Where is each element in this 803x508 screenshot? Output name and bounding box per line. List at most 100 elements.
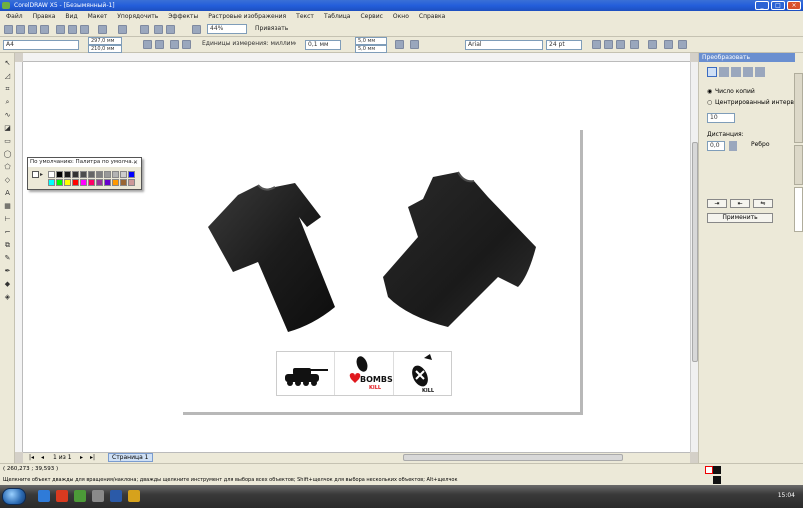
- font-size-select[interactable]: 24 pt: [546, 40, 582, 50]
- duplicate-y-field[interactable]: 5,0 мм: [355, 45, 387, 53]
- word-icon[interactable]: [110, 490, 122, 502]
- count-field[interactable]: 10: [707, 113, 735, 123]
- dimension-tool-icon[interactable]: ⊢: [3, 215, 12, 224]
- snap-dropdown[interactable]: Привязать: [255, 24, 288, 34]
- horizontal-ruler[interactable]: [23, 53, 690, 62]
- font-select[interactable]: Arial: [465, 40, 543, 50]
- color-palette-popup[interactable]: По умолчанию: Палитра по умолча... × ▸: [27, 157, 142, 190]
- print-icon[interactable]: [40, 25, 49, 34]
- color-swatch[interactable]: [128, 179, 135, 186]
- shape-tool-icon[interactable]: ◿: [3, 72, 12, 81]
- color-swatch[interactable]: [80, 179, 87, 186]
- menu-layout[interactable]: Макет: [88, 13, 108, 20]
- distance-field[interactable]: 0,0: [707, 141, 725, 151]
- align-left-button[interactable]: ⇥: [707, 199, 727, 208]
- no-color-swatch[interactable]: [32, 171, 39, 178]
- fill-color-swatch[interactable]: [713, 466, 721, 474]
- color-swatch[interactable]: [72, 171, 79, 178]
- menu-window[interactable]: Окно: [393, 13, 409, 20]
- color-swatch[interactable]: [80, 171, 87, 178]
- color-swatch[interactable]: [48, 171, 55, 178]
- color-swatch[interactable]: [104, 171, 111, 178]
- portrait-icon[interactable]: [143, 40, 152, 49]
- drawing-canvas[interactable]: BOMBS KILL KILL: [23, 62, 690, 452]
- zoom-select[interactable]: 44%: [207, 24, 247, 34]
- tab-page-1[interactable]: Страница 1: [108, 453, 153, 462]
- eyedropper-icon[interactable]: ✎: [3, 254, 12, 263]
- align-icon[interactable]: [648, 40, 657, 49]
- apply-button[interactable]: Применить: [707, 213, 773, 223]
- text-tool-icon[interactable]: [395, 40, 404, 49]
- tshirt-image-front[interactable]: [203, 177, 343, 337]
- text-tool-icon[interactable]: A: [3, 189, 12, 198]
- color-swatch[interactable]: [88, 179, 95, 186]
- paste-icon[interactable]: [80, 25, 89, 34]
- text-format-icon[interactable]: [664, 40, 673, 49]
- outline-tool-icon[interactable]: ✒: [3, 267, 12, 276]
- corel-icon[interactable]: [74, 490, 86, 502]
- zoom-tool-icon[interactable]: ⌕: [3, 98, 12, 107]
- maximize-button[interactable]: □: [771, 1, 785, 10]
- search-icon[interactable]: [140, 25, 149, 34]
- nudge-field[interactable]: 0,1 мм: [305, 40, 341, 50]
- color-swatch[interactable]: [56, 179, 63, 186]
- units-select[interactable]: Единицы измерения: миллиметры: [200, 40, 296, 50]
- color-swatch[interactable]: [112, 171, 119, 178]
- bombs-kill-logo[interactable]: BOMBS KILL: [335, 352, 394, 395]
- bold-icon[interactable]: [592, 40, 601, 49]
- folder-icon[interactable]: [92, 490, 104, 502]
- vertical-ruler[interactable]: [15, 62, 23, 452]
- menu-bitmaps[interactable]: Растровые изображения: [208, 13, 286, 20]
- color-swatch[interactable]: [64, 171, 71, 178]
- radio-copies[interactable]: ◉: [707, 88, 712, 95]
- text-close-icon[interactable]: [630, 40, 639, 49]
- palette-arrow-icon[interactable]: ▸: [40, 171, 46, 178]
- position-tab-icon[interactable]: [707, 67, 717, 77]
- menu-view[interactable]: Вид: [65, 13, 77, 20]
- color-swatch[interactable]: [88, 171, 95, 178]
- tab-transform[interactable]: [794, 187, 803, 232]
- last-page-icon[interactable]: ▸|: [90, 454, 95, 461]
- tshirt-image-rotated[interactable]: [378, 167, 543, 332]
- minimize-button[interactable]: _: [755, 1, 769, 10]
- rotate-tab-icon[interactable]: [719, 67, 729, 77]
- redo-icon[interactable]: [118, 25, 127, 34]
- close-icon[interactable]: ×: [132, 159, 139, 166]
- freehand-tool-icon[interactable]: ∿: [3, 111, 12, 120]
- crop-tool-icon[interactable]: ⌗: [3, 85, 12, 94]
- radio-spacing[interactable]: ○: [707, 99, 712, 106]
- distance-spinner[interactable]: [729, 141, 737, 151]
- menu-arrange[interactable]: Упорядочить: [117, 13, 158, 20]
- color-swatch[interactable]: [104, 179, 111, 186]
- vertical-scrollbar[interactable]: [690, 62, 698, 452]
- italic-icon[interactable]: [604, 40, 613, 49]
- skew-tab-icon[interactable]: [755, 67, 765, 77]
- color-swatch[interactable]: [112, 179, 119, 186]
- start-button[interactable]: [2, 488, 26, 505]
- landscape-icon[interactable]: [155, 40, 164, 49]
- menu-text[interactable]: Текст: [296, 13, 314, 20]
- fill-indicator[interactable]: [705, 466, 713, 474]
- explorer-icon[interactable]: [38, 490, 50, 502]
- tray-clock[interactable]: 15:04: [778, 489, 795, 503]
- color-swatch[interactable]: [64, 179, 71, 186]
- save-icon[interactable]: [28, 25, 37, 34]
- duplicate-x-field[interactable]: 5,0 мм: [355, 37, 387, 45]
- page-size-select[interactable]: A4: [3, 40, 79, 50]
- size-tab-icon[interactable]: [743, 67, 753, 77]
- opera-icon[interactable]: [56, 490, 68, 502]
- scale-tab-icon[interactable]: [731, 67, 741, 77]
- edit-text-icon[interactable]: [678, 40, 687, 49]
- menu-effects[interactable]: Эффекты: [168, 13, 198, 20]
- align-right-button[interactable]: ⇤: [730, 199, 750, 208]
- cut-icon[interactable]: [56, 25, 65, 34]
- prev-page-icon[interactable]: ◂: [41, 454, 44, 461]
- pick-tool-icon[interactable]: ↖: [3, 59, 12, 68]
- rectangle-tool-icon[interactable]: ▭: [3, 137, 12, 146]
- table-tool-icon[interactable]: ▦: [3, 202, 12, 211]
- launcher-icon[interactable]: [192, 25, 201, 34]
- bomb-kill-logo[interactable]: KILL: [394, 352, 451, 395]
- smart-fill-icon[interactable]: ◪: [3, 124, 12, 133]
- app-icon-2[interactable]: [128, 490, 140, 502]
- tab-object-manager[interactable]: [794, 73, 803, 143]
